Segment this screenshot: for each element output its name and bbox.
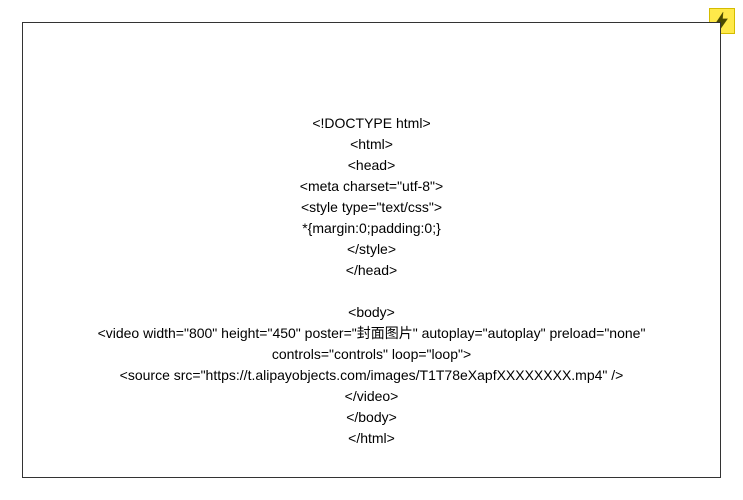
code-line: <video width="800" height="450" poster="…	[23, 323, 720, 344]
code-line: </video>	[23, 386, 720, 407]
code-line: <head>	[23, 155, 720, 176]
code-line: </style>	[23, 239, 720, 260]
code-line: <body>	[23, 302, 720, 323]
code-line: </body>	[23, 407, 720, 428]
blank-line	[23, 281, 720, 302]
code-line: </head>	[23, 260, 720, 281]
code-line: <!DOCTYPE html>	[23, 113, 720, 134]
code-content: <!DOCTYPE html> <html> <head> <meta char…	[23, 113, 720, 449]
code-line: controls="controls" loop="loop">	[23, 344, 720, 365]
code-line: <source src="https://t.alipayobjects.com…	[23, 365, 720, 386]
code-line: <html>	[23, 134, 720, 155]
code-card: <!DOCTYPE html> <html> <head> <meta char…	[22, 22, 721, 478]
code-line: *{margin:0;padding:0;}	[23, 218, 720, 239]
code-line: <style type="text/css">	[23, 197, 720, 218]
code-line: </html>	[23, 428, 720, 449]
code-line: <meta charset="utf-8">	[23, 176, 720, 197]
